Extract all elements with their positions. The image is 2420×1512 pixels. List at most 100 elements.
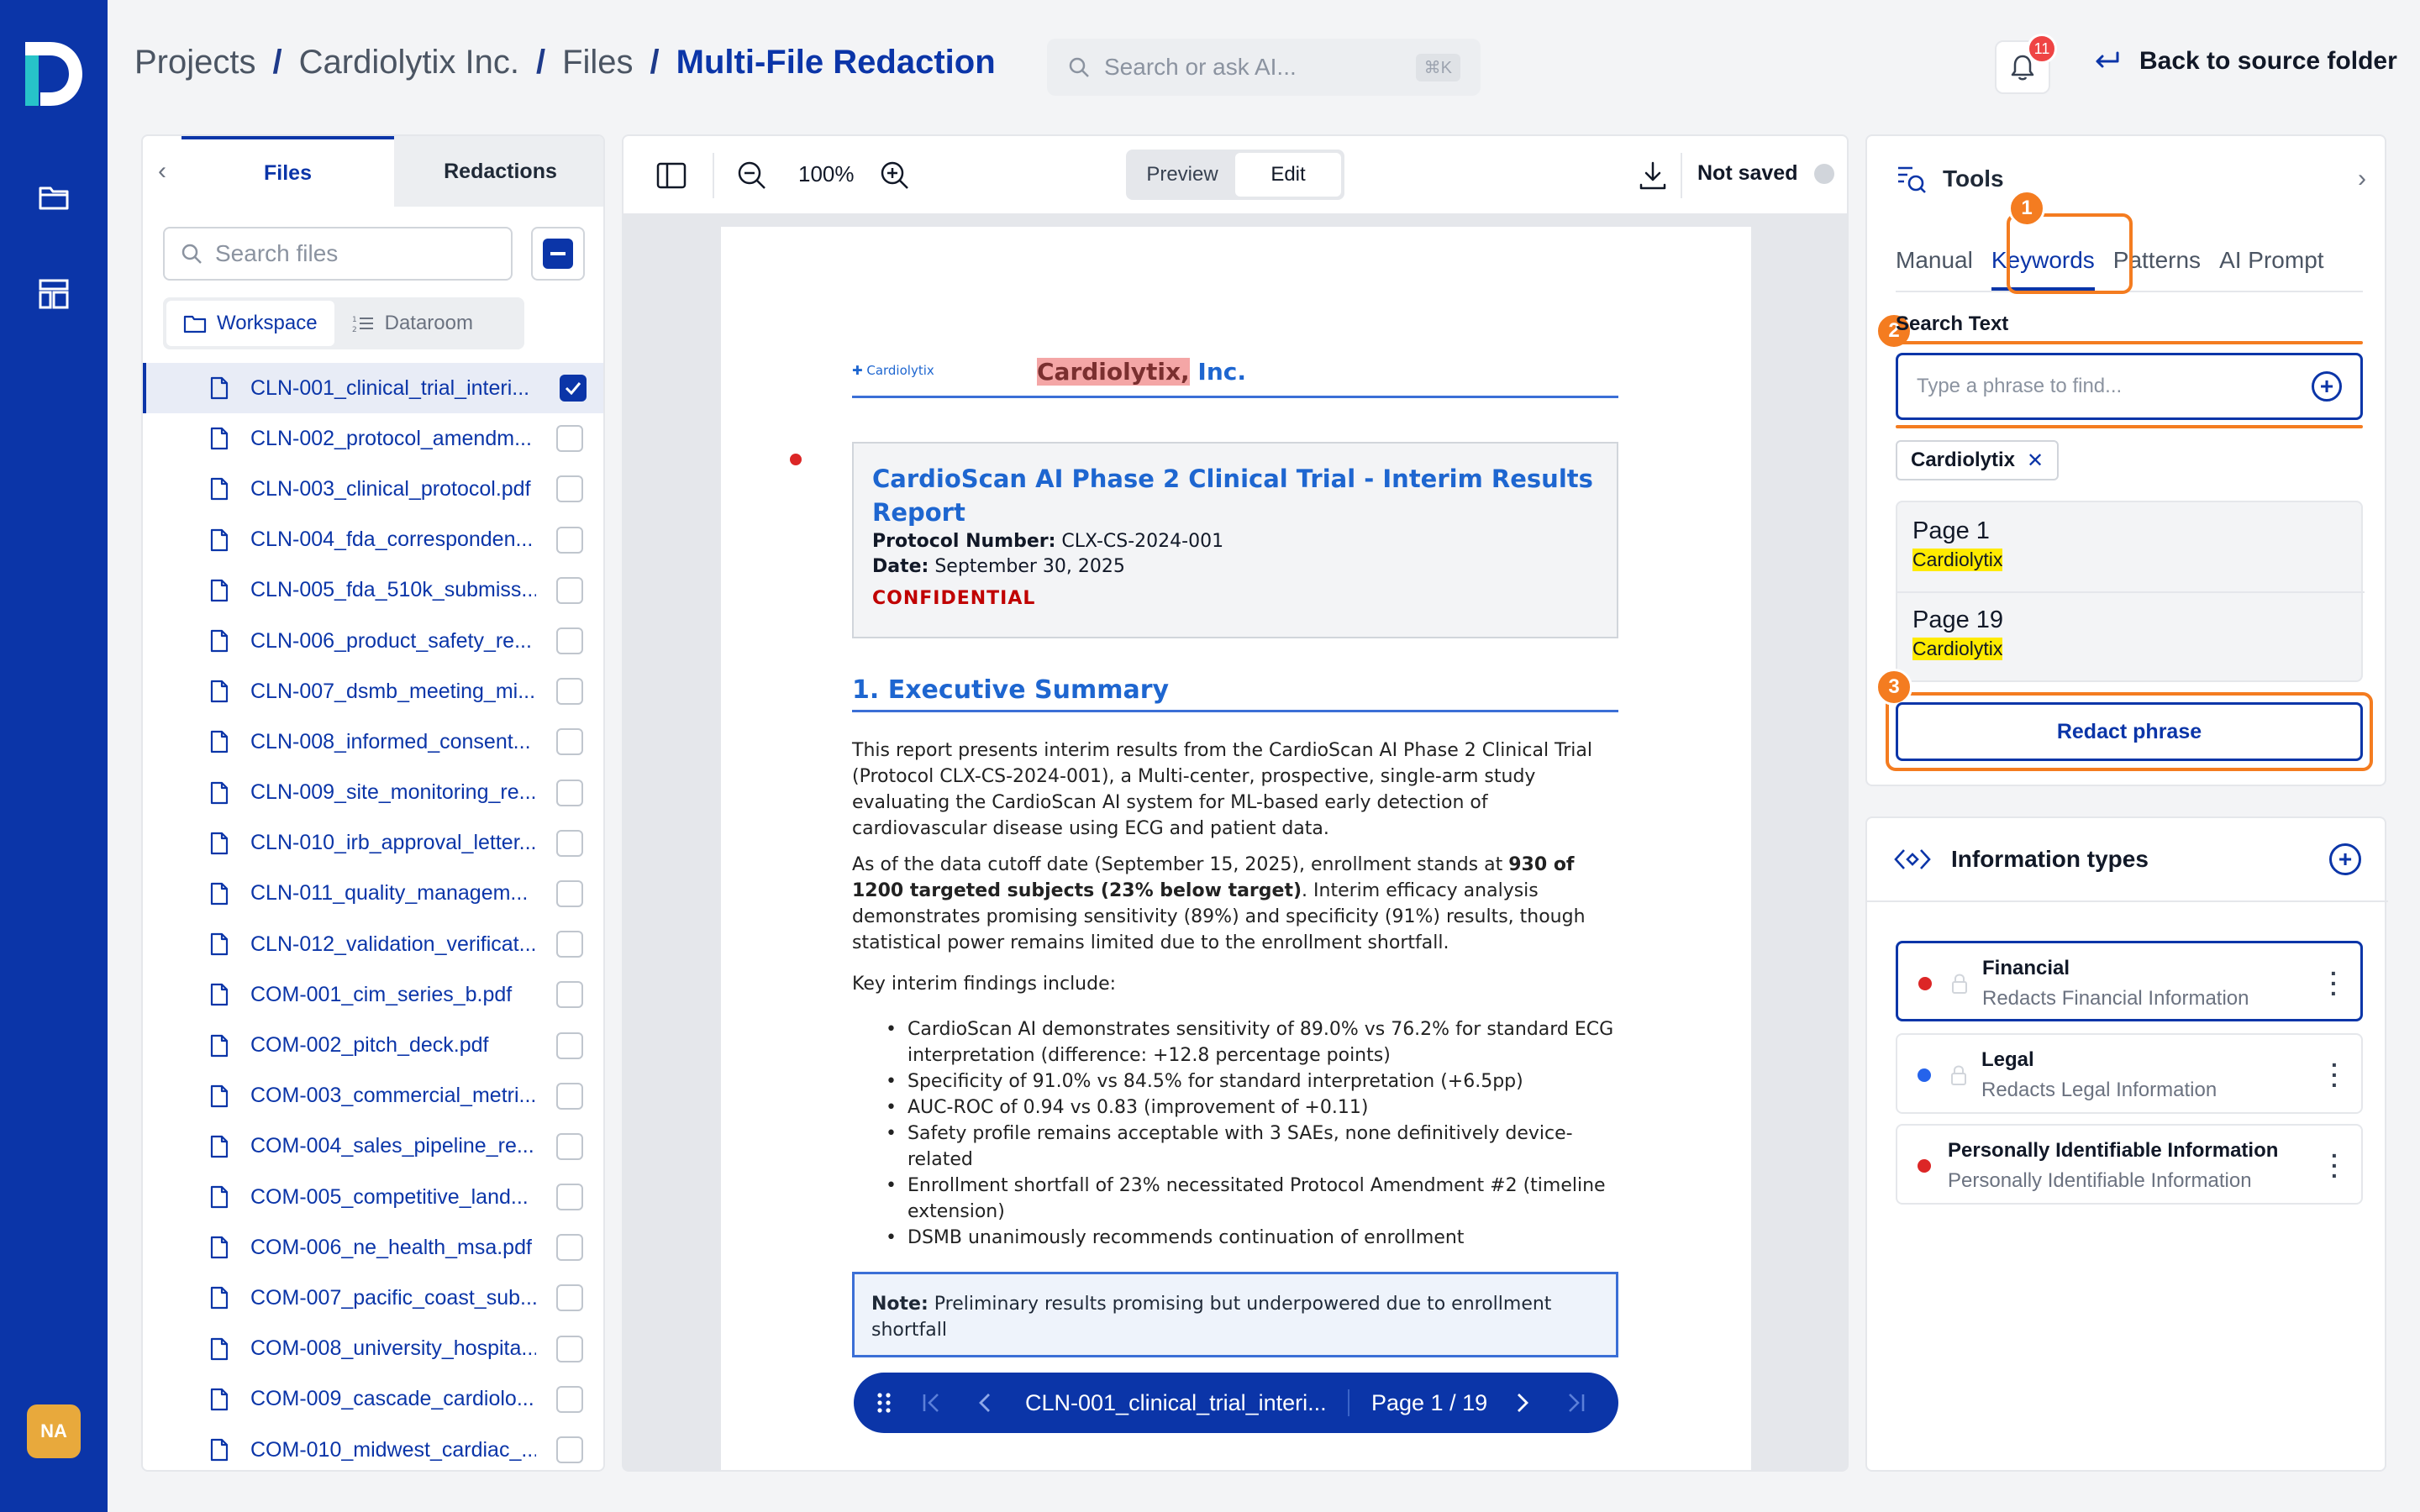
file-name: CLN-003_clinical_protocol.pdf — [250, 476, 531, 501]
file-checkbox[interactable] — [556, 931, 583, 958]
file-row[interactable]: COM-003_commercial_metri... — [143, 1071, 603, 1121]
result-match: Cardiolytix — [1912, 549, 2003, 571]
file-row[interactable]: CLN-002_protocol_amendm... — [143, 413, 603, 464]
user-avatar[interactable]: NA — [27, 1404, 81, 1458]
file-checkbox[interactable] — [556, 678, 583, 706]
result-item[interactable]: Page 19 Cardiolytix — [1912, 606, 2003, 662]
status-dot-icon — [1814, 163, 1835, 184]
file-row[interactable]: CLN-008_informed_consent... — [143, 717, 603, 767]
file-checkbox[interactable] — [556, 981, 583, 1009]
mode-edit[interactable]: Edit — [1235, 153, 1341, 197]
file-checkbox[interactable] — [556, 475, 583, 503]
file-checkbox[interactable] — [556, 1032, 583, 1059]
file-checkbox[interactable] — [556, 1082, 583, 1110]
file-row[interactable]: CLN-012_validation_verificat... — [143, 919, 603, 969]
file-row[interactable]: COM-001_cim_series_b.pdf — [143, 969, 603, 1020]
file-row[interactable]: CLN-011_quality_managem... — [143, 869, 603, 919]
first-page-icon[interactable] — [919, 1391, 943, 1415]
close-icon[interactable]: ✕ — [2027, 449, 2044, 473]
file-checkbox[interactable] — [556, 1284, 583, 1312]
last-page-icon[interactable] — [1565, 1391, 1588, 1415]
file-checkbox[interactable] — [556, 627, 583, 655]
tools-panel: Tools › Manual Keywords Patterns AI Prom… — [1865, 134, 2386, 786]
deselect-all-button[interactable] — [531, 227, 585, 281]
back-to-folder-link[interactable]: Back to source folder — [2092, 47, 2397, 76]
file-row[interactable]: CLN-003_clinical_protocol.pdf — [143, 464, 603, 514]
phrase-input[interactable]: Type a phrase to find... + — [1896, 353, 2363, 420]
dashboard-icon[interactable] — [37, 277, 71, 311]
tab-ai-prompt[interactable]: AI Prompt — [2219, 237, 2323, 291]
file-checkbox[interactable] — [556, 526, 583, 554]
add-info-type-icon[interactable]: + — [2329, 843, 2361, 875]
next-page-icon[interactable] — [1511, 1391, 1534, 1415]
file-checkbox[interactable] — [556, 1335, 583, 1362]
file-row[interactable]: CLN-006_product_safety_re... — [143, 616, 603, 666]
file-row[interactable]: COM-010_midwest_cardiac_... — [143, 1425, 603, 1470]
zoom-in-icon[interactable] — [879, 160, 911, 192]
file-icon — [210, 478, 229, 501]
redaction-marker[interactable] — [790, 454, 802, 465]
file-row[interactable]: COM-004_sales_pipeline_re... — [143, 1121, 603, 1172]
notifications-button[interactable]: 11 — [1995, 34, 2057, 94]
file-row[interactable]: COM-002_pitch_deck.pdf — [143, 1020, 603, 1070]
tab-manual[interactable]: Manual — [1896, 237, 1973, 291]
mode-preview[interactable]: Preview — [1129, 153, 1235, 197]
file-checkbox[interactable] — [556, 1234, 583, 1262]
file-icon — [210, 933, 229, 956]
more-vertical-icon[interactable]: · · · — [2330, 962, 2338, 1005]
file-checkbox[interactable] — [556, 1436, 583, 1464]
file-row[interactable]: CLN-001_clinical_trial_interi... — [143, 363, 603, 414]
file-row[interactable]: CLN-009_site_monitoring_re... — [143, 768, 603, 818]
file-row[interactable]: COM-007_pacific_coast_sub... — [143, 1273, 603, 1323]
file-checkbox[interactable] — [556, 728, 583, 756]
file-checkbox[interactable] — [556, 779, 583, 806]
file-search-input[interactable]: Search files — [163, 227, 513, 281]
info-type-legal[interactable]: Legal Redacts Legal Information · · · — [1896, 1033, 2363, 1114]
segment-dataroom[interactable]: 12 Dataroom — [334, 301, 490, 346]
tab-redactions[interactable]: Redactions — [394, 136, 603, 207]
result-item[interactable]: Page 1 Cardiolytix — [1912, 517, 2003, 573]
folder-icon[interactable] — [37, 180, 71, 213]
file-checkbox[interactable] — [556, 576, 583, 604]
file-row[interactable]: CLN-004_fda_corresponden... — [143, 515, 603, 565]
segment-workspace[interactable]: Workspace — [166, 301, 334, 346]
add-phrase-icon[interactable]: + — [2312, 371, 2342, 402]
file-row[interactable]: CLN-005_fda_510k_submiss... — [143, 565, 603, 616]
file-checkbox[interactable] — [556, 425, 583, 453]
chevron-left-icon[interactable]: ‹ — [143, 136, 182, 207]
file-checkbox[interactable] — [556, 1385, 583, 1413]
check-icon — [565, 382, 581, 396]
file-checkbox[interactable] — [556, 829, 583, 857]
breadcrumb-files[interactable]: Files — [562, 44, 633, 81]
more-vertical-icon[interactable]: · · · — [2331, 1053, 2338, 1097]
previous-page-icon[interactable] — [973, 1391, 997, 1415]
file-checkbox[interactable] — [556, 1184, 583, 1211]
breadcrumb-projects[interactable]: Projects — [134, 44, 256, 81]
step-badge: 3 — [1876, 669, 1912, 706]
file-checkbox[interactable] — [556, 1132, 583, 1160]
chevron-right-icon[interactable]: › — [2358, 165, 2366, 193]
more-vertical-icon[interactable]: · · · — [2331, 1144, 2338, 1188]
file-checkbox[interactable] — [560, 375, 587, 402]
file-row[interactable]: CLN-007_dsmb_meeting_mi... — [143, 666, 603, 717]
search-placeholder: Search or ask AI... — [1104, 54, 1297, 80]
tab-files[interactable]: Files — [182, 136, 394, 207]
drag-handle-icon[interactable] — [876, 1391, 892, 1415]
download-icon[interactable] — [1637, 160, 1669, 192]
file-row[interactable]: COM-009_cascade_cardiolo... — [143, 1374, 603, 1425]
file-row[interactable]: COM-006_ne_health_msa.pdf — [143, 1222, 603, 1273]
zoom-out-icon[interactable] — [736, 160, 768, 192]
left-rail: NA — [0, 0, 108, 1512]
redaction-highlight[interactable]: Cardiolytix, — [1037, 358, 1190, 386]
file-row[interactable]: COM-005_competitive_land... — [143, 1172, 603, 1222]
file-checkbox[interactable] — [556, 879, 583, 907]
global-search[interactable]: Search or ask AI... ⌘K — [1047, 39, 1481, 96]
info-type-financial[interactable]: Financial Redacts Financial Information … — [1896, 941, 2363, 1021]
redact-phrase-button[interactable]: Redact phrase — [1896, 702, 2363, 761]
sidebar-toggle-icon[interactable] — [655, 160, 687, 192]
file-row[interactable]: CLN-010_irb_approval_letter... — [143, 818, 603, 869]
file-row[interactable]: COM-008_university_hospita... — [143, 1324, 603, 1374]
info-type-pii[interactable]: Personally Identifiable Information Pers… — [1896, 1124, 2363, 1205]
app-logo[interactable] — [22, 39, 86, 109]
breadcrumb-project[interactable]: Cardiolytix Inc. — [299, 44, 519, 81]
